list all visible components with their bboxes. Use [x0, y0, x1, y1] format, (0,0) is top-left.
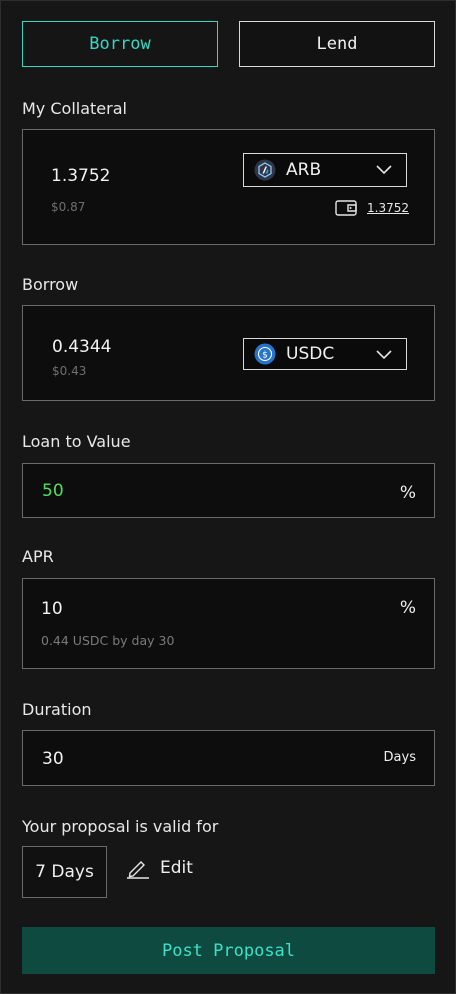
duration-unit: Days — [383, 750, 416, 765]
wallet-balance-max[interactable]: 1.3752 — [335, 200, 409, 216]
ltv-value: 50 — [42, 481, 64, 501]
arbitrum-token-icon — [254, 159, 276, 181]
chevron-down-icon — [376, 165, 392, 175]
borrow-token-label: USDC — [286, 344, 335, 364]
collateral-amount-input[interactable]: 1.3752 — [51, 166, 110, 186]
borrow-usd-value: $0.43 — [52, 364, 87, 378]
wallet-balance: 1.3752 — [367, 201, 409, 215]
tab-borrow[interactable]: Borrow — [22, 21, 218, 67]
pencil-icon — [127, 861, 149, 879]
apr-unit: % — [399, 598, 416, 618]
chevron-down-icon — [376, 350, 392, 360]
post-proposal-button[interactable]: Post Proposal — [22, 927, 435, 974]
borrow-token-select[interactable]: $ USDC — [243, 338, 407, 370]
collateral-token-label: ARB — [286, 160, 322, 180]
ltv-field[interactable]: 50 % — [22, 463, 435, 518]
collateral-usd-value: $0.87 — [51, 200, 86, 214]
tab-lend[interactable]: Lend — [239, 21, 435, 67]
duration-label: Duration — [22, 700, 92, 719]
collateral-token-select[interactable]: ARB — [243, 153, 407, 187]
duration-value: 30 — [42, 749, 64, 769]
borrow-box: 0.4344 $0.43 $ USDC — [22, 305, 435, 401]
apr-value: 10 — [41, 599, 63, 619]
validity-value[interactable]: 7 Days — [22, 846, 107, 898]
duration-field[interactable]: 30 Days — [22, 730, 435, 786]
ltv-unit: % — [399, 483, 416, 503]
borrow-label: Borrow — [22, 275, 79, 294]
ltv-label: Loan to Value — [22, 432, 131, 451]
apr-label: APR — [22, 547, 54, 566]
apr-field[interactable]: 10 % 0.44 USDC by day 30 — [22, 578, 435, 669]
borrow-amount-input[interactable]: 0.4344 — [52, 337, 111, 357]
collateral-label: My Collateral — [22, 99, 127, 118]
apr-interest-hint: 0.44 USDC by day 30 — [41, 633, 175, 648]
wallet-icon — [335, 200, 357, 216]
collateral-box: 1.3752 $0.87 ARB 1.3752 — [22, 129, 435, 245]
usdc-token-icon: $ — [254, 343, 276, 365]
edit-validity-button[interactable]: Edit — [126, 857, 193, 879]
svg-text:$: $ — [262, 351, 268, 361]
validity-label: Your proposal is valid for — [22, 817, 219, 836]
edit-label: Edit — [160, 858, 193, 878]
borrow-panel: Borrow Lend My Collateral 1.3752 $0.87 A… — [0, 0, 456, 994]
